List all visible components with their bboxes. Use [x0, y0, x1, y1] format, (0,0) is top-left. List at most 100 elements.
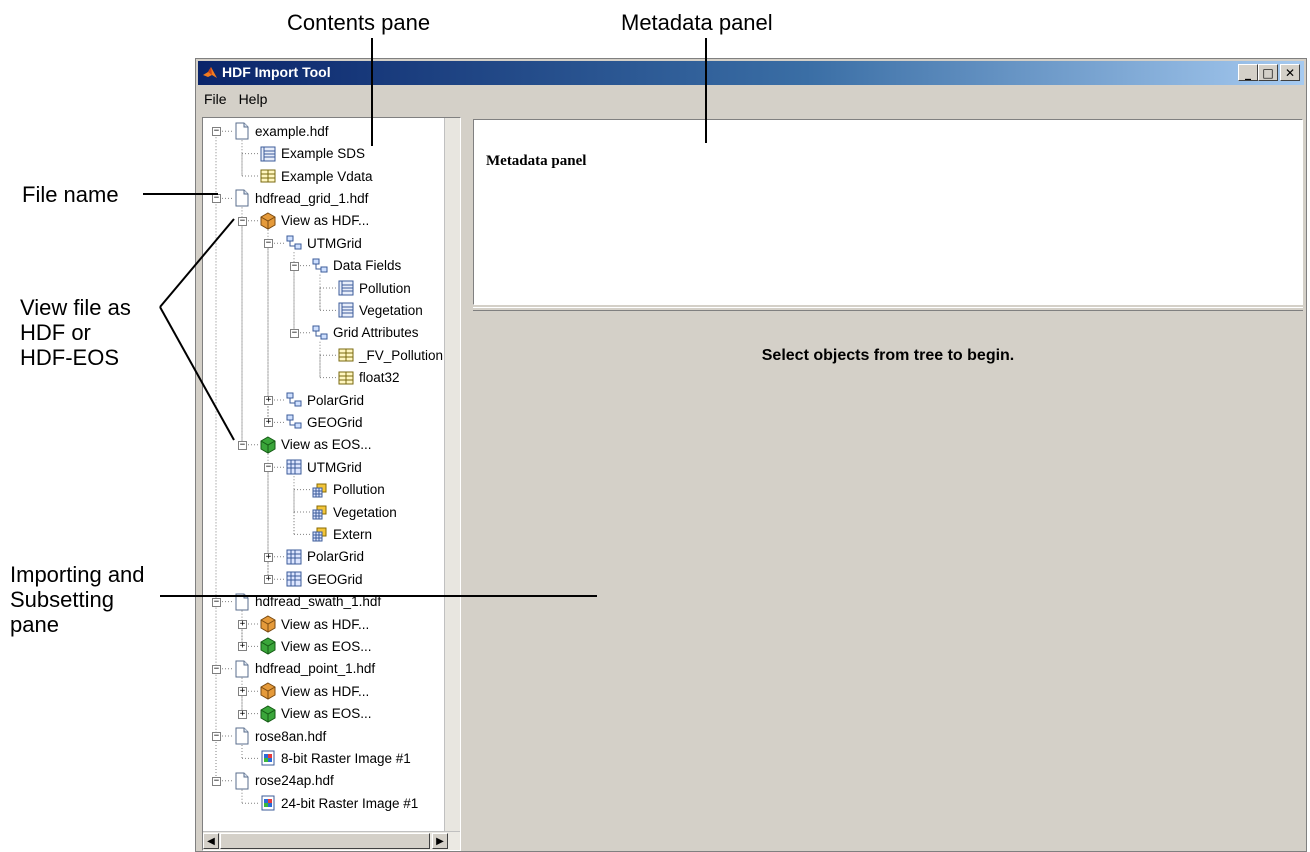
grid-icon — [285, 548, 303, 566]
expand-toggle-icon[interactable]: + — [264, 552, 273, 562]
tree-node-label: 8-bit Raster Image #1 — [281, 750, 411, 766]
tree-node[interactable]: GEOGrid — [285, 411, 363, 433]
collapse-toggle-icon[interactable]: − — [238, 216, 247, 226]
tree-node[interactable]: rose8an.hdf — [233, 725, 326, 747]
minimize-button[interactable]: _ — [1238, 64, 1258, 81]
tree-node[interactable]: View as EOS... — [259, 434, 372, 456]
vgroup-icon — [285, 413, 303, 431]
tree-node[interactable]: Extern — [311, 523, 372, 545]
contents-pane[interactable]: example.hdf − Example SDS Example Vdata hdfr… — [202, 117, 461, 851]
tree-node[interactable]: Pollution — [337, 277, 411, 299]
callout-line: Importing and — [10, 562, 145, 587]
tree-node-label: example.hdf — [255, 123, 329, 139]
tree-node-label: Pollution — [359, 280, 411, 296]
hdf-cube-icon — [259, 682, 277, 700]
grid-field-icon — [311, 481, 329, 499]
collapse-toggle-icon[interactable]: − — [212, 597, 221, 607]
tree-node[interactable]: View as EOS... — [259, 703, 372, 725]
tree-node[interactable]: Vegetation — [337, 299, 423, 321]
tree-node[interactable]: View as EOS... — [259, 635, 372, 657]
tree-node-label: Vegetation — [359, 302, 423, 318]
file-icon — [233, 593, 251, 611]
collapse-toggle-icon[interactable]: − — [212, 732, 221, 741]
tree-node-label: float32 — [359, 370, 400, 386]
eos-cube-icon — [259, 637, 277, 655]
vdata-icon — [259, 167, 277, 185]
expand-toggle-icon[interactable]: + — [238, 687, 247, 697]
tree-node-label: Extern — [333, 526, 373, 542]
menu-file[interactable]: File — [198, 91, 233, 107]
tree-node[interactable]: View as HDF... — [259, 680, 369, 702]
tree-node[interactable]: View as HDF... — [259, 210, 369, 232]
matlab-logo-icon — [203, 67, 217, 78]
expand-toggle-icon[interactable]: + — [238, 620, 247, 629]
tree-node[interactable]: UTMGrid — [285, 232, 362, 254]
expand-toggle-icon[interactable]: + — [238, 642, 247, 652]
collapse-toggle-icon[interactable]: − — [290, 261, 299, 271]
menu-help[interactable]: Help — [233, 91, 274, 107]
eos-cube-icon — [259, 436, 277, 454]
collapse-toggle-icon[interactable]: − — [212, 194, 221, 204]
tree-node[interactable]: hdfread_grid_1.hdf — [233, 187, 368, 209]
vdata-icon — [337, 369, 355, 387]
file-icon — [233, 660, 251, 678]
tree-node-label: 24-bit Raster Image #1 — [281, 795, 419, 811]
tree-node[interactable]: 8-bit Raster Image #1 — [259, 747, 411, 769]
grid-icon — [285, 458, 303, 476]
tree-node[interactable]: example.hdf — [233, 120, 329, 142]
tree-node-label: Pollution — [333, 482, 385, 498]
collapse-toggle-icon[interactable]: − — [238, 440, 247, 450]
maximize-button[interactable]: □ — [1258, 64, 1278, 81]
tree-node[interactable]: Vegetation — [311, 501, 397, 523]
scroll-thumb[interactable] — [220, 833, 430, 849]
tree-node[interactable]: hdfread_swath_1.hdf — [233, 591, 381, 613]
hdf-import-tool-window: HDF Import Tool _ □ ✕ File Help example.… — [195, 58, 1307, 852]
tree-node-label: UTMGrid — [307, 459, 362, 475]
expand-toggle-icon[interactable]: + — [264, 396, 273, 405]
expand-toggle-icon[interactable]: + — [238, 709, 247, 719]
collapse-toggle-icon[interactable]: − — [290, 328, 299, 338]
tree-node[interactable]: Grid Attributes — [311, 322, 419, 344]
vgroup-icon — [311, 257, 329, 275]
tree-node[interactable]: Data Fields — [311, 255, 401, 277]
scroll-left-button[interactable]: ◀ — [203, 833, 219, 849]
tree-node[interactable]: 24-bit Raster Image #1 — [259, 792, 418, 814]
close-button[interactable]: ✕ — [1280, 64, 1300, 81]
expand-toggle-icon[interactable]: + — [264, 418, 273, 428]
callout-view-file-as: View file as HDF or HDF-EOS — [20, 295, 131, 370]
tree-node-label: PolarGrid — [307, 549, 365, 565]
window-title: HDF Import Tool — [222, 64, 331, 80]
tree-node[interactable]: hdfread_point_1.hdf — [233, 658, 375, 680]
collapse-toggle-icon[interactable]: − — [212, 776, 221, 786]
pane-splitter[interactable] — [473, 307, 1303, 311]
grid-icon — [285, 570, 303, 588]
tree-node[interactable]: PolarGrid — [285, 389, 364, 411]
tree-node[interactable]: GEOGrid — [285, 568, 363, 590]
tree-node-label: PolarGrid — [307, 392, 365, 408]
collapse-toggle-icon[interactable]: − — [212, 127, 221, 137]
tree-node[interactable]: PolarGrid — [285, 546, 364, 568]
collapse-toggle-icon[interactable]: − — [264, 239, 273, 249]
tree-node[interactable]: Example SDS — [259, 143, 365, 165]
title-bar[interactable]: HDF Import Tool _ □ ✕ — [198, 61, 1304, 85]
tree-node-label: Example SDS — [281, 146, 366, 162]
tree-node[interactable]: UTMGrid — [285, 456, 362, 478]
tree-node-label: rose8an.hdf — [255, 728, 327, 744]
tree-node[interactable]: View as HDF... — [259, 613, 369, 635]
expand-toggle-icon[interactable]: + — [264, 575, 273, 585]
tree-node[interactable]: Pollution — [311, 479, 385, 501]
callout-line: HDF or — [20, 320, 91, 345]
vertical-scrollbar[interactable] — [444, 118, 460, 834]
horizontal-scrollbar[interactable]: ◀ ▶ — [203, 831, 460, 850]
tree-node[interactable]: rose24ap.hdf — [233, 770, 334, 792]
tree-node[interactable]: _FV_Pollution — [337, 344, 443, 366]
tree-node-label: Vegetation — [333, 504, 397, 520]
tree-node[interactable]: float32 — [337, 367, 400, 389]
tree-node-label: Data Fields — [333, 258, 402, 274]
scroll-right-button[interactable]: ▶ — [432, 833, 448, 849]
collapse-toggle-icon[interactable]: − — [212, 664, 221, 674]
tree-node[interactable]: Example Vdata — [259, 165, 373, 187]
collapse-toggle-icon[interactable]: − — [264, 463, 273, 473]
callout-line: Subsetting — [10, 587, 114, 612]
callout-metadata-panel: Metadata panel — [621, 10, 773, 35]
